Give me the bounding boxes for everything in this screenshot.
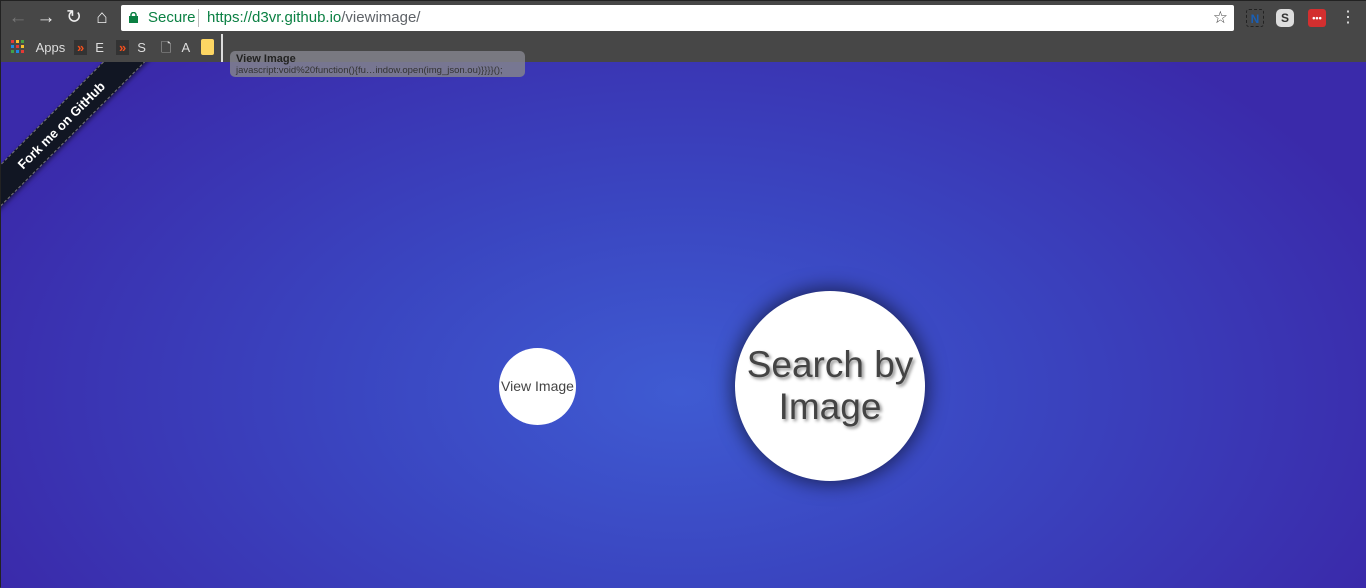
bookmark-s[interactable]: » S bbox=[116, 38, 146, 58]
forward-button[interactable]: → bbox=[34, 6, 58, 30]
bookmark-apps[interactable]: Apps bbox=[11, 38, 65, 58]
reload-button[interactable]: ↻ bbox=[62, 6, 86, 30]
browser-toolbar: ← → ↻ ⌂ Secure https://d3vr.github.io/vi… bbox=[1, 1, 1366, 34]
link-tooltip: View Image javascript:void%20function(){… bbox=[230, 51, 525, 77]
divider bbox=[198, 9, 199, 27]
back-button[interactable]: ← bbox=[6, 6, 30, 30]
lock-icon bbox=[129, 12, 138, 23]
secure-label: Secure bbox=[148, 9, 196, 26]
s-extension-icon[interactable]: S bbox=[1276, 9, 1294, 27]
note-icon[interactable] bbox=[201, 39, 214, 55]
bookmark-star-icon[interactable]: ☆ bbox=[1213, 5, 1228, 31]
menu-icon[interactable]: ⋮ bbox=[1336, 6, 1360, 30]
bookmark-chevron-icon: » bbox=[116, 40, 130, 55]
search-by-image-button[interactable]: Search by Image bbox=[735, 291, 925, 481]
address-bar[interactable]: Secure https://d3vr.github.io/viewimage/… bbox=[121, 5, 1234, 31]
bookmark-a[interactable]: 🗋 A bbox=[161, 38, 190, 58]
bookmarks-bar: Apps » E » S 🗋 A bbox=[1, 34, 1366, 62]
drag-indicator bbox=[221, 34, 223, 62]
view-image-button[interactable]: View Image bbox=[499, 348, 576, 425]
bookmark-chevron-icon: » bbox=[74, 40, 88, 55]
n-extension-icon[interactable]: N bbox=[1246, 9, 1264, 27]
url-text[interactable]: https://d3vr.github.io/viewimage/ bbox=[207, 5, 420, 31]
apps-grid-icon bbox=[11, 40, 24, 53]
lastpass-icon[interactable]: ••• bbox=[1308, 9, 1326, 27]
fork-github-ribbon[interactable]: Fork me on GitHub bbox=[1, 62, 157, 221]
bookmark-e[interactable]: » E bbox=[74, 38, 104, 58]
home-button[interactable]: ⌂ bbox=[90, 6, 114, 30]
page-icon: 🗋 bbox=[161, 40, 172, 55]
github-ribbon-container: Fork me on GitHub bbox=[1, 62, 161, 222]
page-content: Fork me on GitHub View Image Search by I… bbox=[1, 62, 1366, 588]
